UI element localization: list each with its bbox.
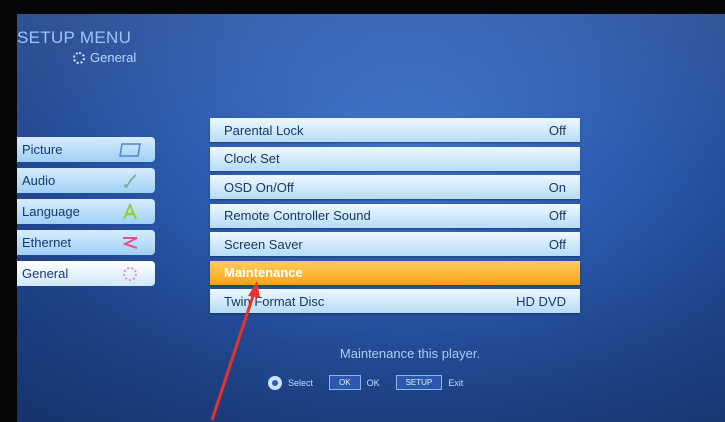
setting-parental-lock[interactable]: Parental Lock Off bbox=[210, 118, 580, 142]
setting-value: Off bbox=[548, 208, 566, 223]
setting-value: Off bbox=[548, 236, 566, 252]
setting-label: Clock Set bbox=[224, 151, 280, 166]
sidebar-item-general[interactable]: General bbox=[17, 261, 155, 286]
page-subtitle: General bbox=[73, 50, 136, 65]
setting-screen-saver[interactable]: Screen Saver Off bbox=[210, 232, 580, 256]
setting-maintenance[interactable]: Maintenance bbox=[210, 260, 580, 285]
sidebar-item-label: Ethernet bbox=[22, 235, 72, 250]
sidebar-item-ethernet[interactable]: Ethernet bbox=[17, 230, 155, 255]
setting-label: Twin Format Disc bbox=[224, 293, 325, 309]
dpad-icon bbox=[268, 375, 282, 390]
help-exit-label: Exit bbox=[448, 377, 464, 388]
sidebar-item-label: Picture bbox=[22, 142, 63, 157]
gear-dots-icon bbox=[73, 51, 85, 64]
subtitle-label: General bbox=[90, 50, 137, 65]
setting-label: Screen Saver bbox=[224, 236, 303, 252]
picture-frame-icon bbox=[117, 142, 143, 158]
setting-label: Remote Controller Sound bbox=[224, 208, 371, 223]
setting-twin-format-disc[interactable]: Twin Format Disc HD DVD bbox=[210, 289, 580, 313]
network-zigzag-icon bbox=[117, 235, 143, 251]
category-sidebar: Picture Audio Language Ethernet General bbox=[17, 137, 155, 292]
sidebar-item-label: Language bbox=[22, 204, 80, 219]
setting-label: Parental Lock bbox=[224, 122, 304, 138]
setting-description: Maintenance this player. bbox=[339, 346, 481, 361]
sidebar-item-label: Audio bbox=[22, 173, 56, 188]
setting-clock-set[interactable]: Clock Set bbox=[210, 146, 580, 171]
help-bar: Select OK OK SETUP Exit bbox=[268, 375, 463, 390]
setting-value: Off bbox=[548, 122, 566, 138]
help-ok-label: OK bbox=[366, 377, 380, 388]
sidebar-item-audio[interactable]: Audio bbox=[17, 168, 155, 193]
sidebar-item-label: General bbox=[22, 266, 69, 281]
sidebar-item-picture[interactable]: Picture bbox=[17, 137, 155, 162]
sidebar-item-language[interactable]: Language bbox=[17, 199, 155, 224]
help-select-label: Select bbox=[288, 377, 314, 388]
setting-label: OSD On/Off bbox=[224, 179, 294, 195]
setting-value: On bbox=[548, 179, 566, 195]
ok-key-badge: OK bbox=[329, 375, 361, 390]
setting-osd[interactable]: OSD On/Off On bbox=[210, 175, 580, 199]
setup-key-badge: SETUP bbox=[395, 375, 443, 390]
letter-a-icon bbox=[117, 203, 143, 220]
settings-menu: Parental Lock Off Clock Set OSD On/Off O… bbox=[210, 118, 580, 318]
gear-dots-icon bbox=[117, 266, 143, 282]
setting-value: HD DVD bbox=[516, 293, 566, 309]
music-note-icon bbox=[117, 173, 143, 189]
setting-label: Maintenance bbox=[224, 265, 303, 280]
setting-remote-sound[interactable]: Remote Controller Sound Off bbox=[210, 203, 580, 228]
page-title: SETUP MENU bbox=[17, 28, 132, 47]
